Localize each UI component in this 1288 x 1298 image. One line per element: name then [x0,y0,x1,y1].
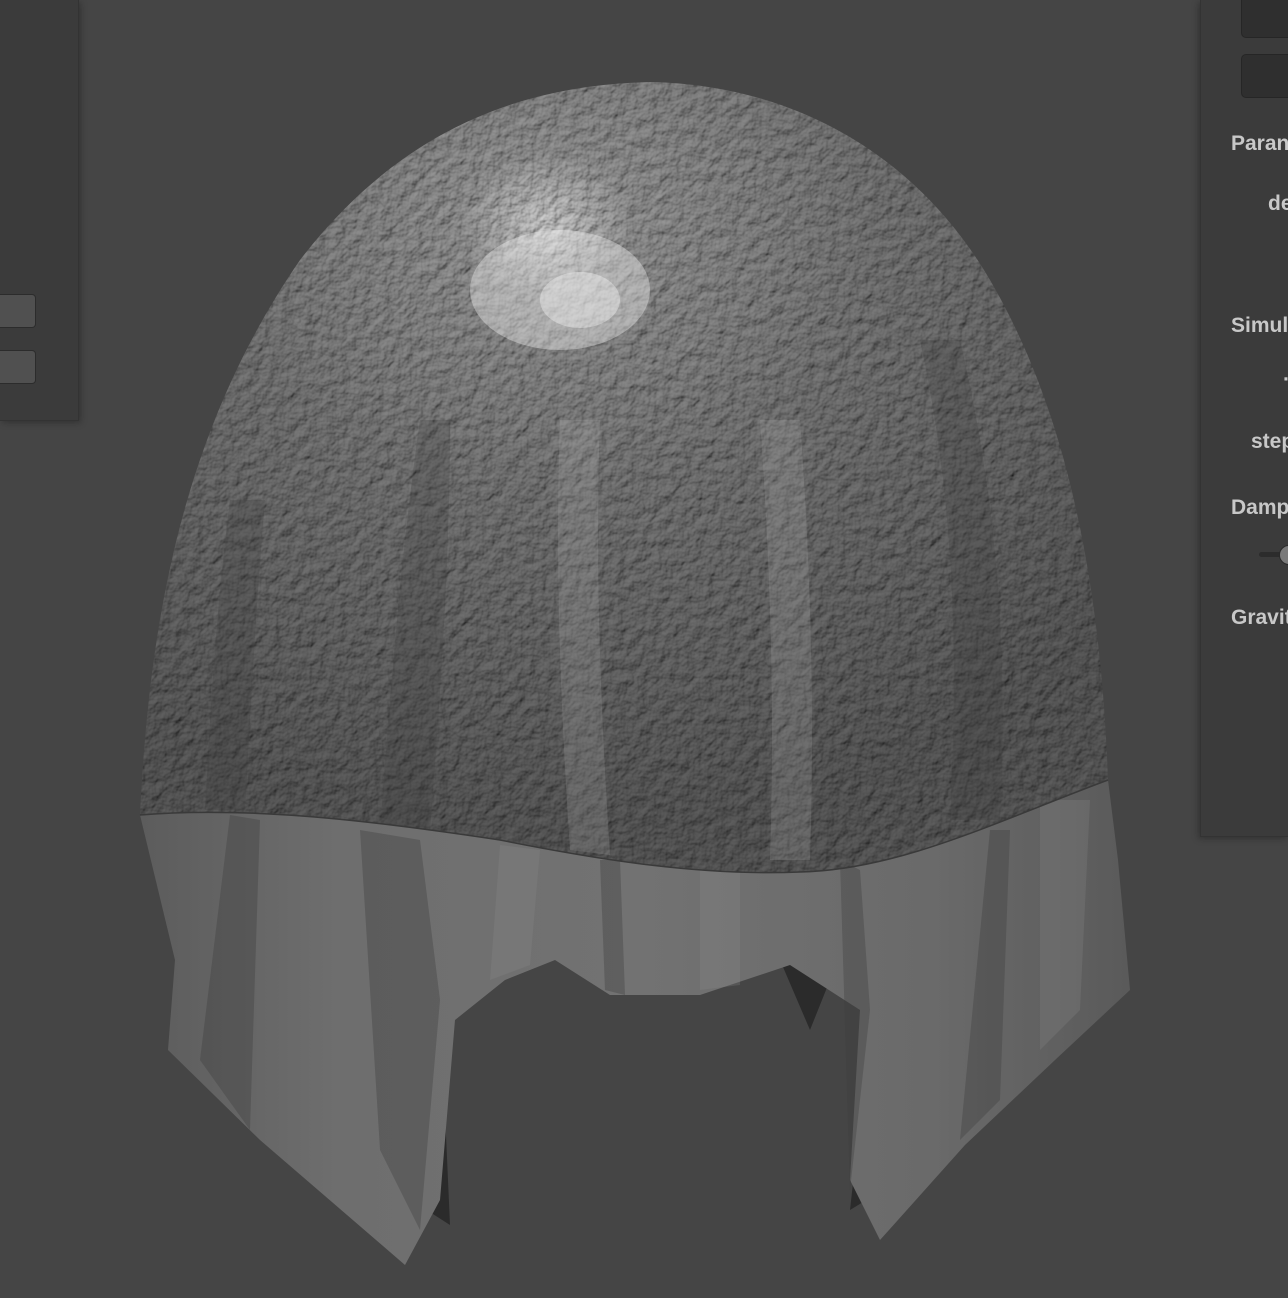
left-panel-button-2[interactable] [0,350,36,384]
left-tool-panel [0,0,79,421]
de-label: de [1268,192,1288,215]
left-panel-button-1[interactable] [0,294,36,328]
gravity-label: Gravit [1231,606,1288,629]
right-panel-button-1[interactable] [1241,0,1288,38]
right-panel-button-2[interactable] [1241,54,1288,98]
damping-label: Damp [1231,496,1288,519]
3d-viewport[interactable]: Paran de Simul · step Damp Gravit [0,0,1288,1298]
right-settings-panel: Paran de Simul · step Damp Gravit [1200,0,1288,837]
parameters-heading: Paran [1231,132,1288,155]
dot-label: · [1283,368,1288,392]
cloth-render [139,82,1130,1265]
damping-slider-knob[interactable] [1279,545,1288,565]
simulation-heading: Simul [1231,314,1288,337]
step-label: step [1251,430,1288,453]
